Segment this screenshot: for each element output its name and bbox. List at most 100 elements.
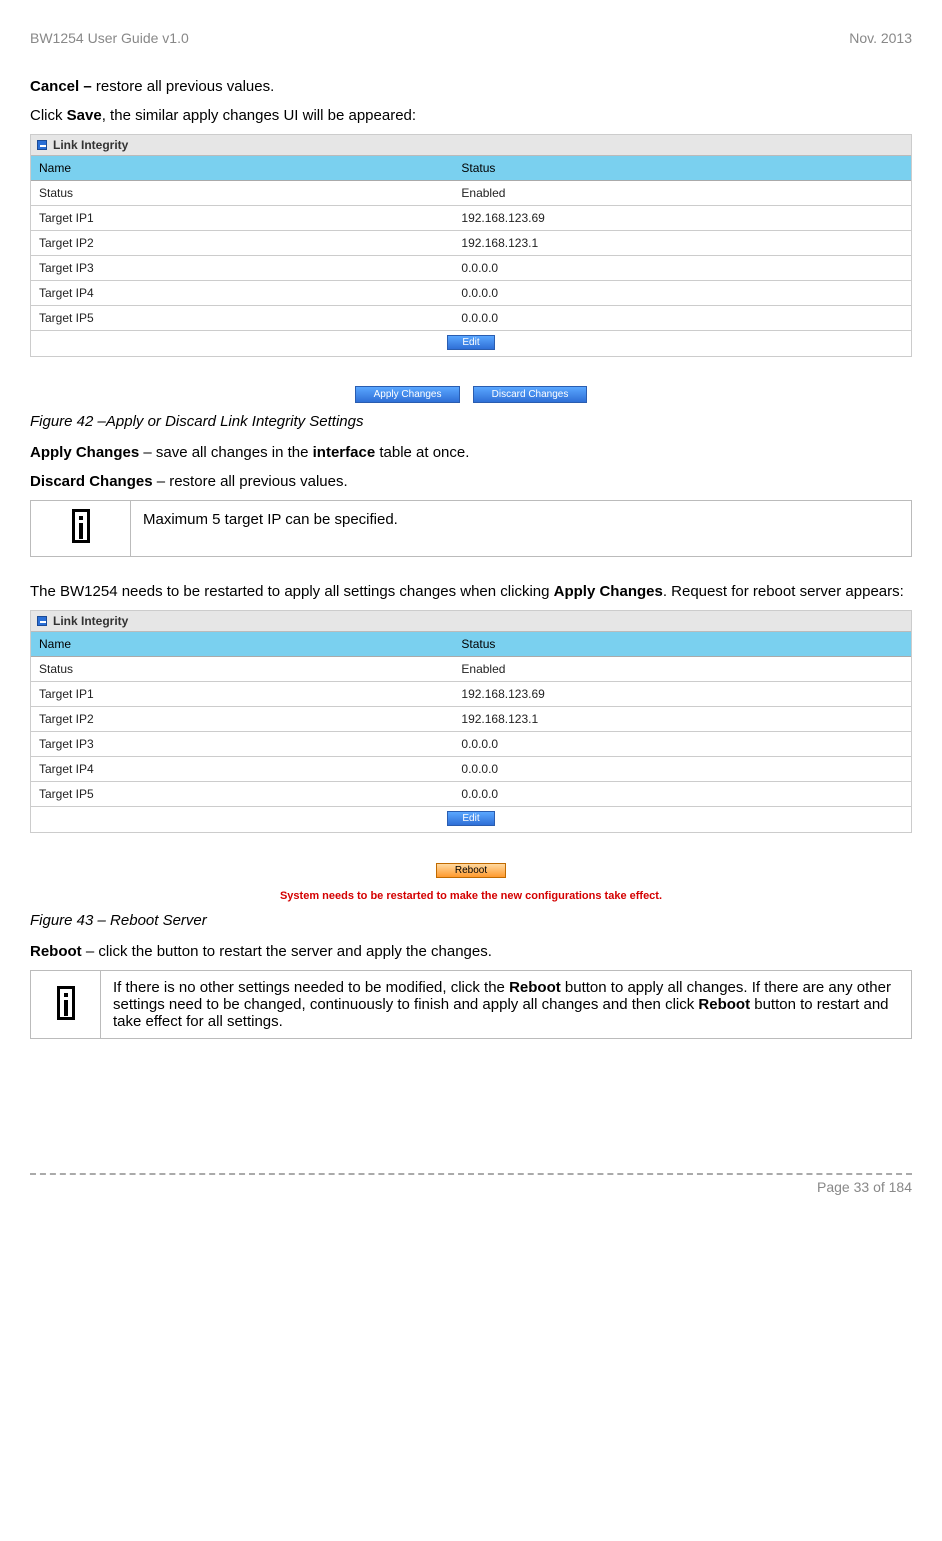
cell-value: 192.168.123.1 <box>453 706 911 731</box>
cell-name: Status <box>31 181 453 206</box>
note2-b2: Reboot <box>698 996 750 1013</box>
note2-p1: If there is no other settings needed to … <box>113 979 509 996</box>
cell-name: Target IP3 <box>31 731 453 756</box>
click-save-text: Click Save, the similar apply changes UI… <box>30 105 912 126</box>
save-word: Save <box>67 107 102 124</box>
table-row: StatusEnabled <box>31 656 911 681</box>
note-icon-cell <box>31 971 101 1039</box>
cell-name: Target IP4 <box>31 281 453 306</box>
col-status: Status <box>453 632 911 657</box>
cell-value: Enabled <box>453 181 911 206</box>
header-right: Nov. 2013 <box>849 30 912 46</box>
discard-suffix: – restore all previous values. <box>153 473 348 490</box>
table-row: StatusEnabled <box>31 181 911 206</box>
cell-value: 192.168.123.69 <box>453 681 911 706</box>
cell-name: Target IP5 <box>31 781 453 806</box>
table-row: Target IP40.0.0.0 <box>31 281 911 306</box>
figure-42-caption: Figure 42 –Apply or Discard Link Integri… <box>30 413 912 430</box>
apply-changes-button[interactable]: Apply Changes <box>355 386 461 403</box>
restart-warning: System needs to be restarted to make the… <box>30 890 912 902</box>
reboot-description: Reboot – click the button to restart the… <box>30 941 912 962</box>
cell-name: Target IP1 <box>31 681 453 706</box>
figure-43-caption: Figure 43 – Reboot Server <box>30 912 912 929</box>
apply-discard-bar: Apply Changes Discard Changes <box>30 385 912 403</box>
collapse-icon[interactable] <box>37 616 47 626</box>
panel-titlebar: Link Integrity <box>31 135 911 156</box>
table-row: Target IP40.0.0.0 <box>31 756 911 781</box>
panel-title: Link Integrity <box>53 138 128 152</box>
table-header-row: Name Status <box>31 632 911 657</box>
cell-name: Target IP4 <box>31 756 453 781</box>
info-icon <box>72 509 90 543</box>
reboot-label: Reboot <box>30 943 82 960</box>
note2-b1: Reboot <box>509 979 561 996</box>
cell-value: 0.0.0.0 <box>453 731 911 756</box>
table-row: Target IP1192.168.123.69 <box>31 206 911 231</box>
edit-button[interactable]: Edit <box>447 811 494 826</box>
table-row: Target IP50.0.0.0 <box>31 306 911 331</box>
cell-name: Target IP2 <box>31 706 453 731</box>
cell-value: Enabled <box>453 656 911 681</box>
table-header-row: Name Status <box>31 156 911 181</box>
reboot-button[interactable]: Reboot <box>436 863 506 878</box>
page-footer: Page 33 of 184 <box>30 1173 912 1195</box>
cancel-text: restore all previous values. <box>92 78 275 95</box>
cell-value: 192.168.123.1 <box>453 231 911 256</box>
cell-value: 0.0.0.0 <box>453 756 911 781</box>
panel-title: Link Integrity <box>53 614 128 628</box>
col-name: Name <box>31 632 453 657</box>
cell-name: Target IP5 <box>31 306 453 331</box>
page-header: BW1254 User Guide v1.0 Nov. 2013 <box>30 30 912 46</box>
note-box-2: If there is no other settings needed to … <box>30 970 912 1039</box>
col-name: Name <box>31 156 453 181</box>
table-row: Target IP50.0.0.0 <box>31 781 911 806</box>
table-row: Target IP30.0.0.0 <box>31 731 911 756</box>
table-row: Target IP1192.168.123.69 <box>31 681 911 706</box>
discard-changes-button[interactable]: Discard Changes <box>473 386 588 403</box>
cell-name: Status <box>31 656 453 681</box>
note-box-1: Maximum 5 target IP can be specified. <box>30 500 912 557</box>
restart-suffix: . Request for reboot server appears: <box>663 583 904 600</box>
table-row: Target IP2192.168.123.1 <box>31 231 911 256</box>
cell-value: 0.0.0.0 <box>453 281 911 306</box>
cancel-label: Cancel – <box>30 78 92 95</box>
cell-name: Target IP2 <box>31 231 453 256</box>
note-text: If there is no other settings needed to … <box>101 971 912 1039</box>
cell-value: 0.0.0.0 <box>453 781 911 806</box>
config-table: Name Status StatusEnabled Target IP1192.… <box>31 632 911 832</box>
apply-label: Apply Changes <box>30 444 139 461</box>
col-status: Status <box>453 156 911 181</box>
panel-titlebar: Link Integrity <box>31 611 911 632</box>
click-prefix: Click <box>30 107 67 124</box>
config-table: Name Status StatusEnabled Target IP1192.… <box>31 156 911 356</box>
edit-row: Edit <box>31 806 911 832</box>
page-number: Page 33 of 184 <box>817 1179 912 1195</box>
restart-text: The BW1254 needs to be restarted to appl… <box>30 581 912 602</box>
link-integrity-panel-2: Link Integrity Name Status StatusEnabled… <box>30 610 912 833</box>
restart-prefix: The BW1254 needs to be restarted to appl… <box>30 583 554 600</box>
note-icon-cell <box>31 500 131 556</box>
cell-value: 192.168.123.69 <box>453 206 911 231</box>
apply-changes-description: Apply Changes – save all changes in the … <box>30 442 912 463</box>
interface-word: interface <box>313 444 376 461</box>
click-suffix: , the similar apply changes UI will be a… <box>102 107 416 124</box>
apply-mid: – save all changes in the <box>139 444 312 461</box>
discard-changes-description: Discard Changes – restore all previous v… <box>30 471 912 492</box>
edit-row: Edit <box>31 331 911 357</box>
cell-value: 0.0.0.0 <box>453 306 911 331</box>
apply-suffix: table at once. <box>375 444 469 461</box>
reboot-bar: Reboot <box>30 861 912 878</box>
table-row: Target IP30.0.0.0 <box>31 256 911 281</box>
reboot-suffix: – click the button to restart the server… <box>82 943 492 960</box>
collapse-icon[interactable] <box>37 140 47 150</box>
info-icon <box>57 986 75 1020</box>
cell-value: 0.0.0.0 <box>453 256 911 281</box>
discard-label: Discard Changes <box>30 473 153 490</box>
edit-button[interactable]: Edit <box>447 335 494 350</box>
cancel-description: Cancel – restore all previous values. <box>30 76 912 97</box>
table-row: Target IP2192.168.123.1 <box>31 706 911 731</box>
link-integrity-panel-1: Link Integrity Name Status StatusEnabled… <box>30 134 912 357</box>
restart-bold: Apply Changes <box>554 583 663 600</box>
cell-name: Target IP3 <box>31 256 453 281</box>
spacer <box>30 1047 912 1187</box>
